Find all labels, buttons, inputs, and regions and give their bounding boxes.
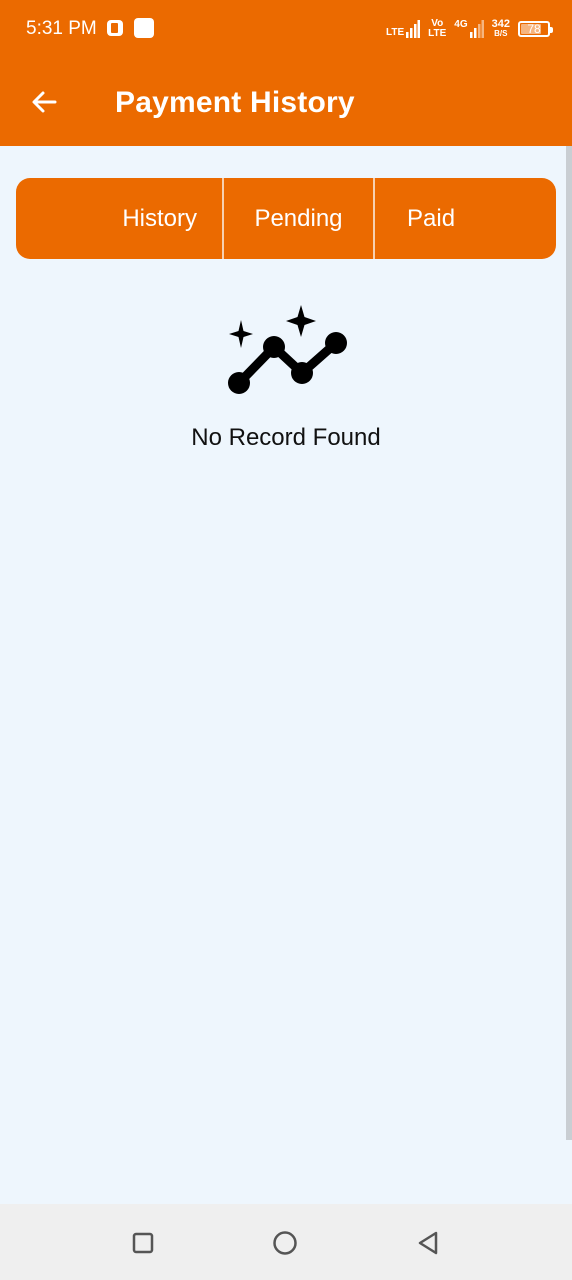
- page-title: Payment History: [115, 86, 355, 119]
- app-bar: Payment History: [0, 58, 572, 146]
- tab-pending[interactable]: Pending: [222, 178, 373, 259]
- battery-icon: 78: [518, 21, 553, 37]
- back-button[interactable]: [24, 82, 64, 122]
- status-time: 5:31 PM: [26, 18, 97, 39]
- volte-bottom-label: LTE: [428, 28, 447, 39]
- scrollbar[interactable]: [566, 146, 572, 1140]
- back-triangle-icon: [418, 1231, 438, 1255]
- tab-paid[interactable]: Paid: [373, 178, 556, 259]
- network-4g-label: 4G: [454, 19, 468, 30]
- status-icons: LTE Vo LTE 4G 342 B/S 78: [385, 16, 553, 42]
- signal-icon: [469, 20, 484, 38]
- battery-level: 78: [527, 22, 541, 36]
- trending-sparkle-icon: [228, 305, 347, 394]
- nav-back-button[interactable]: [415, 1230, 441, 1256]
- tab-pending-label: Pending: [254, 204, 343, 232]
- data-speed: 342 B/S: [492, 19, 510, 39]
- volte-indicator: Vo LTE: [428, 19, 446, 39]
- arrow-left-icon: [32, 91, 57, 113]
- notification-square-icon: [134, 18, 154, 38]
- speed-value: 342: [491, 18, 510, 30]
- system-nav-bar: [0, 1204, 572, 1280]
- home-button[interactable]: [272, 1230, 298, 1256]
- tab-history-label: History: [122, 204, 197, 232]
- 4g-signal: 4G: [454, 19, 484, 38]
- home-circle-icon: [273, 1231, 297, 1255]
- speed-unit: B/S: [494, 29, 508, 38]
- tab-bar: History Pending Paid: [16, 178, 556, 259]
- network-lte-label: LTE: [385, 27, 405, 38]
- notification-app-icon: [107, 20, 123, 36]
- lte-signal: LTE: [385, 20, 421, 38]
- tab-history[interactable]: History: [16, 178, 222, 259]
- empty-state-message: No Record Found: [191, 424, 381, 451]
- recents-button[interactable]: [130, 1230, 156, 1256]
- status-bar: 5:31 PM LTE Vo LTE 4G 342 B/S 78: [0, 0, 572, 58]
- recents-square-icon: [132, 1232, 154, 1254]
- signal-icon: [406, 20, 421, 38]
- tab-paid-label: Paid: [407, 204, 456, 232]
